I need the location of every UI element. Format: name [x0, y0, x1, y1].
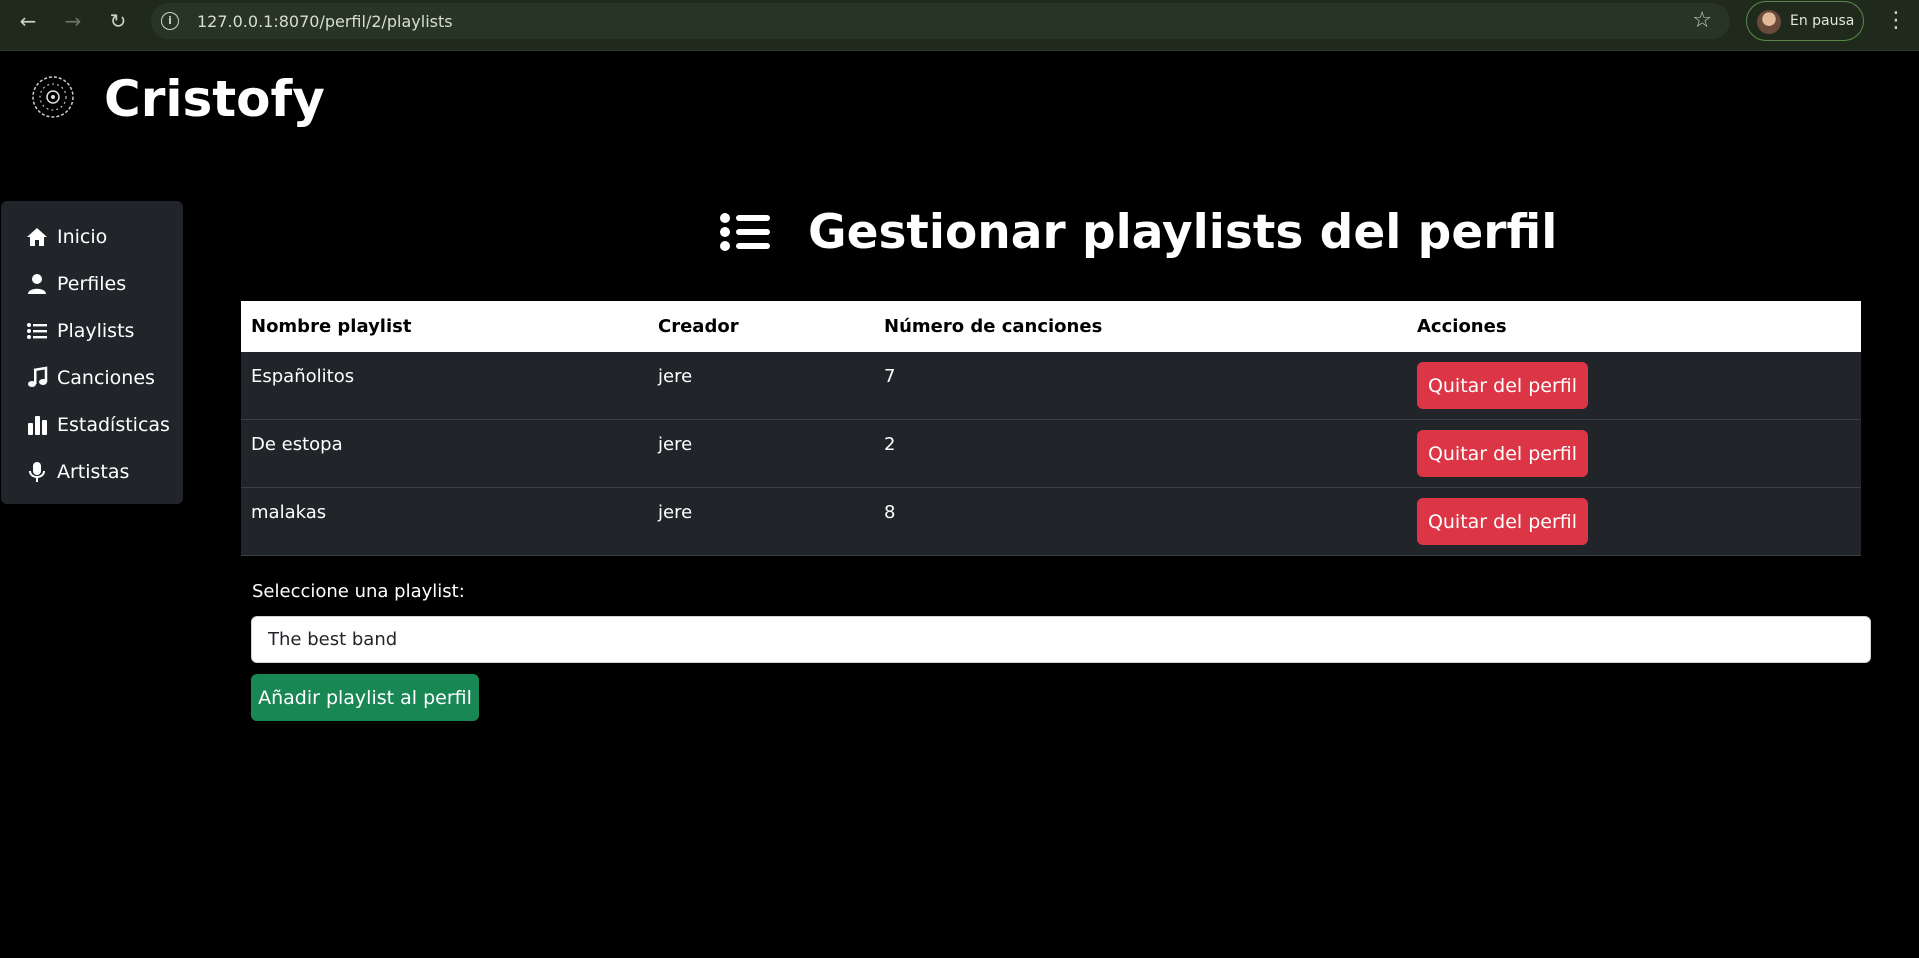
profile-label: En pausa	[1790, 13, 1855, 29]
user-icon	[28, 274, 46, 294]
bookmark-star-icon[interactable]: ☆	[1692, 8, 1712, 33]
more-menu-icon[interactable]: ⋮	[1885, 8, 1907, 33]
sidebar-item-label: Perfiles	[57, 273, 127, 295]
playlist-creator: jere	[658, 434, 693, 455]
playlist-select[interactable]: The best band	[251, 616, 1871, 663]
browser-toolbar: ← → ↻ i 127.0.0.1:8070/perfil/2/playlist…	[0, 0, 1919, 51]
app-brand[interactable]: Cristofy	[104, 70, 325, 128]
page-title: Gestionar playlists del perfil	[808, 204, 1558, 260]
sidebar-item-label: Inicio	[57, 226, 108, 248]
site-info-icon[interactable]: i	[161, 12, 179, 30]
column-header-creator: Creador	[658, 316, 739, 337]
back-arrow-icon[interactable]: ←	[10, 8, 46, 34]
table-row: De estopa jere 2 Quitar del perfil	[241, 420, 1861, 488]
list-icon	[720, 209, 772, 255]
column-header-actions: Acciones	[1417, 316, 1507, 337]
playlist-song-count: 8	[884, 502, 896, 523]
microphone-icon	[29, 462, 45, 482]
list-icon	[27, 323, 47, 339]
playlists-table: Nombre playlist Creador Número de cancio…	[241, 301, 1861, 556]
sidebar-item-canciones[interactable]: Canciones	[25, 364, 155, 392]
playlist-song-count: 2	[884, 434, 896, 455]
remove-from-profile-button[interactable]: Quitar del perfil	[1417, 498, 1588, 545]
sidebar-item-label: Playlists	[57, 320, 135, 342]
sidebar-item-playlists[interactable]: Playlists	[25, 317, 134, 345]
remove-from-profile-button[interactable]: Quitar del perfil	[1417, 362, 1588, 409]
playlist-select-value: The best band	[268, 629, 398, 650]
sidebar: Inicio Perfiles Playlists Canciones Esta…	[1, 201, 183, 504]
home-icon	[27, 228, 47, 246]
sidebar-item-artistas[interactable]: Artistas	[25, 458, 129, 486]
address-bar[interactable]: i 127.0.0.1:8070/perfil/2/playlists ☆	[151, 3, 1730, 39]
playlist-song-count: 7	[884, 366, 896, 387]
browser-profile-button[interactable]: En pausa	[1746, 1, 1864, 41]
music-note-icon	[28, 366, 48, 387]
forward-arrow-icon[interactable]: →	[55, 8, 91, 34]
table-row: Españolitos jere 7 Quitar del perfil	[241, 352, 1861, 420]
avatar	[1757, 10, 1781, 34]
reload-icon[interactable]: ↻	[100, 8, 136, 34]
sidebar-item-label: Artistas	[57, 461, 130, 483]
playlist-name: De estopa	[251, 434, 343, 455]
add-playlist-button[interactable]: Añadir playlist al perfil	[251, 674, 479, 721]
playlist-name: malakas	[251, 502, 327, 523]
sidebar-item-estadisticas[interactable]: Estadísticas	[25, 411, 170, 439]
sidebar-item-label: Canciones	[57, 367, 155, 389]
column-header-count: Número de canciones	[884, 316, 1103, 337]
playlist-name: Españolitos	[251, 366, 355, 387]
sidebar-item-label: Estadísticas	[57, 414, 170, 436]
sidebar-item-perfiles[interactable]: Perfiles	[25, 270, 126, 298]
column-header-name: Nombre playlist	[251, 316, 412, 337]
bar-chart-icon	[28, 416, 47, 435]
playlist-select-label: Seleccione una playlist:	[252, 581, 465, 602]
playlist-creator: jere	[658, 366, 693, 387]
page-header: Gestionar playlists del perfil	[720, 202, 1557, 262]
table-header: Nombre playlist Creador Número de cancio…	[241, 301, 1861, 352]
table-row: malakas jere 8 Quitar del perfil	[241, 488, 1861, 556]
playlist-creator: jere	[658, 502, 693, 523]
sidebar-item-inicio[interactable]: Inicio	[25, 223, 107, 251]
remove-from-profile-button[interactable]: Quitar del perfil	[1417, 430, 1588, 477]
cristofy-logo[interactable]	[28, 72, 78, 122]
url-text[interactable]: 127.0.0.1:8070/perfil/2/playlists	[197, 12, 453, 31]
